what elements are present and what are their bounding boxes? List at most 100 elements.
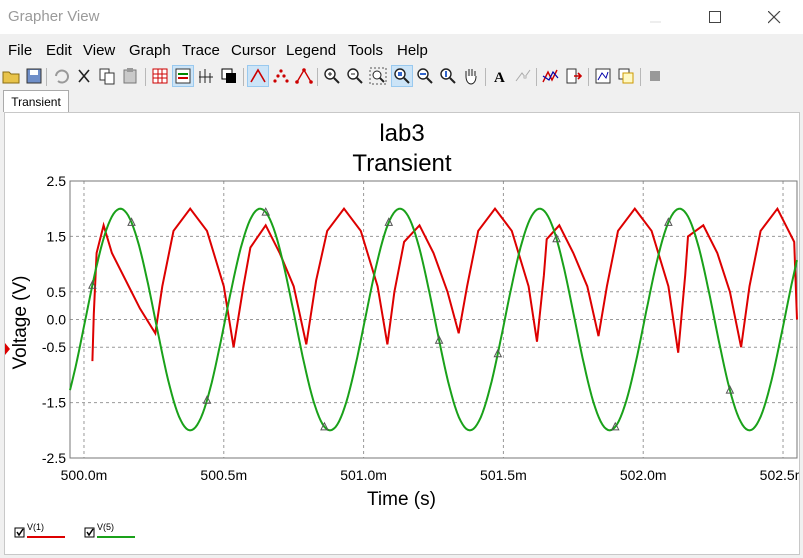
- y-tick-label: 0.5: [47, 284, 67, 300]
- menu-help[interactable]: Help: [397, 42, 428, 59]
- menu-legend[interactable]: Legend: [286, 42, 336, 59]
- graph-panel: lab3 Transient 500.0m 500.5m 501.0m 501.5m 502…: [4, 112, 800, 555]
- minimize-icon: [650, 21, 661, 23]
- show-lines-icon: [250, 68, 266, 83]
- toolbar-separator: [145, 68, 146, 86]
- trace-button[interactable]: [541, 66, 561, 86]
- menu-bar: File Edit View Graph Trace Cursor Legend Tools H…: [0, 38, 803, 62]
- paste-button[interactable]: [120, 66, 140, 86]
- y-tick-label: -2.5: [42, 450, 66, 466]
- y-axis-label: Voltage (V): [10, 276, 31, 370]
- undo-button[interactable]: [51, 66, 71, 86]
- menu-edit[interactable]: Edit: [46, 42, 72, 59]
- cursors-icon: [199, 69, 213, 83]
- pan-button[interactable]: [461, 66, 481, 86]
- close-button[interactable]: [751, 0, 797, 34]
- copy-graph-icon: [595, 68, 611, 84]
- open-button[interactable]: [1, 66, 21, 86]
- maximize-icon: [708, 10, 721, 23]
- y-tick-label: -0.5: [42, 339, 66, 355]
- toolbar-separator: [46, 68, 47, 86]
- svg-text:A: A: [494, 70, 505, 86]
- overlay-icon: [618, 68, 634, 84]
- toolbar-separator: [588, 68, 589, 86]
- export-icon: [566, 68, 583, 84]
- copy-icon: [99, 68, 115, 85]
- overlay-button[interactable]: [616, 66, 636, 86]
- toolbar: A: [0, 64, 803, 90]
- pan-icon: [465, 69, 477, 85]
- lines-points-button[interactable]: [294, 66, 314, 86]
- menu-graph[interactable]: Graph: [129, 42, 171, 59]
- label-button[interactable]: [513, 66, 533, 86]
- toolbar-separator: [243, 68, 244, 86]
- paste-icon: [123, 68, 137, 84]
- y-tick-label: -1.5: [42, 395, 66, 411]
- stop-button[interactable]: [645, 66, 665, 86]
- zoom-full-button[interactable]: [368, 66, 388, 86]
- toolbar-separator: [640, 68, 641, 86]
- reverse-colors-icon: [221, 68, 236, 83]
- legend-label: V(1): [27, 522, 44, 532]
- zoom-in-button[interactable]: [322, 66, 342, 86]
- menu-tools[interactable]: Tools: [348, 42, 383, 59]
- x-tick-label: 500.0m: [61, 467, 108, 483]
- cursors-button[interactable]: [196, 66, 216, 86]
- reverse-colors-button[interactable]: [219, 66, 239, 86]
- close-icon: [767, 10, 780, 23]
- zoom-area-button[interactable]: [391, 65, 413, 87]
- y-tick-label: 0.0: [47, 312, 67, 328]
- save-icon: [26, 68, 42, 84]
- grid-button[interactable]: [150, 66, 170, 86]
- x-tick-label: 502.5m: [760, 467, 799, 483]
- x-tick-label: 501.5m: [480, 467, 527, 483]
- copy-button[interactable]: [97, 66, 117, 86]
- menu-trace[interactable]: Trace: [182, 42, 220, 59]
- transient-chart[interactable]: lab3 Transient 500.0m 500.5m 501.0m 501.5m 502…: [5, 113, 799, 554]
- grid-icon: [152, 68, 168, 84]
- minimize-button[interactable]: [633, 0, 679, 34]
- y-tick-label: 1.5: [47, 228, 67, 244]
- x-axis-label: Time (s): [367, 489, 436, 510]
- menu-cursor[interactable]: Cursor: [231, 42, 276, 59]
- show-lines-button[interactable]: [247, 65, 269, 87]
- toolbar-separator: [317, 68, 318, 86]
- lines-points-icon: [295, 68, 313, 84]
- toolbar-separator: [485, 68, 486, 86]
- menu-view[interactable]: View: [83, 42, 115, 59]
- cut-button[interactable]: [74, 66, 94, 86]
- zoom-y-button[interactable]: [438, 66, 458, 86]
- chart-subtitle: Transient: [352, 150, 451, 177]
- tab-strip: Transient: [0, 90, 803, 112]
- title-bar: Grapher View: [0, 0, 803, 34]
- toggle-legend-button[interactable]: [172, 65, 194, 87]
- undo-icon: [55, 69, 69, 84]
- menu-file[interactable]: File: [8, 42, 32, 59]
- window-title: Grapher View: [8, 8, 100, 25]
- zoom-x-button[interactable]: [415, 66, 435, 86]
- stop-icon: [650, 71, 660, 81]
- text-button[interactable]: A: [490, 66, 510, 86]
- show-points-icon: [273, 69, 289, 83]
- chart-title: lab3: [379, 120, 424, 147]
- save-button[interactable]: [24, 66, 44, 86]
- copy-graph-button[interactable]: [593, 66, 613, 86]
- x-tick-label: 500.5m: [200, 467, 247, 483]
- zoom-out-button[interactable]: [345, 66, 365, 86]
- maximize-button[interactable]: [692, 0, 738, 34]
- x-tick-label: 502.0m: [620, 467, 667, 483]
- open-icon: [2, 71, 20, 84]
- toolbar-separator: [536, 68, 537, 86]
- zoom-in-icon: [324, 68, 340, 84]
- zoom-full-icon: [369, 67, 387, 85]
- zoom-out-icon: [347, 68, 363, 84]
- show-points-button[interactable]: [271, 66, 291, 86]
- toggle-legend-icon: [175, 68, 191, 84]
- zoom-y-icon: [440, 68, 456, 84]
- label-icon: [515, 69, 531, 82]
- zoom-area-icon: [394, 68, 410, 84]
- export-button[interactable]: [564, 66, 584, 86]
- legend-label: V(5): [97, 522, 114, 532]
- trace-icon: [542, 69, 559, 83]
- tab-transient[interactable]: Transient: [3, 90, 69, 112]
